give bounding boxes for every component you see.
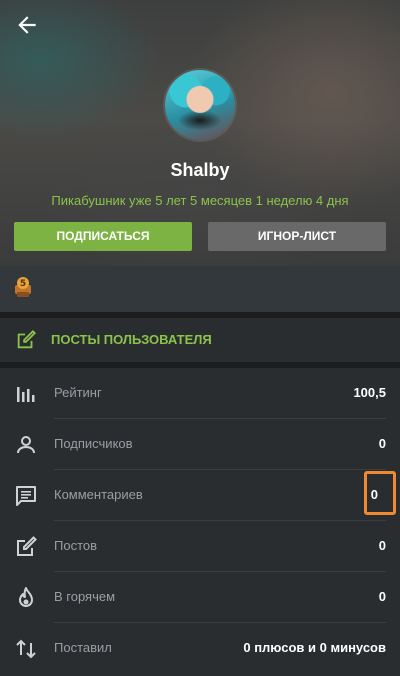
subscribe-button[interactable]: ПОДПИСАТЬСЯ <box>14 222 192 251</box>
stat-value: 100,5 <box>353 385 386 400</box>
back-arrow-icon[interactable] <box>14 12 40 38</box>
stat-value: 0 <box>378 538 386 553</box>
fire-icon <box>19 587 33 607</box>
stat-row-subscribers: Подписчиков 0 <box>0 419 400 470</box>
stat-row-rating: Рейтинг 100,5 <box>0 368 400 419</box>
ignore-list-button[interactable]: ИГНОР-ЛИСТ <box>208 222 386 251</box>
stat-label: Постов <box>54 538 98 553</box>
comment-icon <box>16 486 36 506</box>
stat-row-hot: В горячем 0 <box>0 572 400 623</box>
stat-row-votes: Поставил 0 плюсов и 0 минусов <box>0 623 400 676</box>
stat-label: Рейтинг <box>54 385 102 400</box>
stat-label: В горячем <box>54 589 116 604</box>
member-since-text: Пикабушник уже 5 лет 5 месяцев 1 неделю … <box>51 193 349 208</box>
stat-label: Комментариев <box>54 487 143 502</box>
award-medal-icon[interactable]: 5 <box>13 276 33 298</box>
profile-name: Shalby <box>170 160 230 180</box>
stat-value: 0 плюсов и 0 минусов <box>243 640 386 655</box>
stat-label: Поставил <box>54 640 112 655</box>
swap-vertical-icon <box>16 639 36 659</box>
bar-chart-icon <box>17 387 35 402</box>
avatar[interactable] <box>165 70 235 140</box>
highlight-box <box>364 471 396 515</box>
stat-value: 0 <box>378 589 386 604</box>
person-icon <box>17 436 35 454</box>
stat-row-posts: Постов 0 <box>0 521 400 572</box>
edit-icon <box>17 329 37 349</box>
stat-label: Подписчиков <box>54 436 133 451</box>
edit-icon <box>17 536 37 556</box>
user-posts-label: ПОСТЫ ПОЛЬЗОВАТЕЛЯ <box>51 332 212 347</box>
stat-value: 0 <box>378 436 386 451</box>
awards-bar <box>0 266 400 312</box>
award-value: 5 <box>20 279 26 289</box>
stat-row-comments: Комментариев 0 <box>0 470 400 521</box>
